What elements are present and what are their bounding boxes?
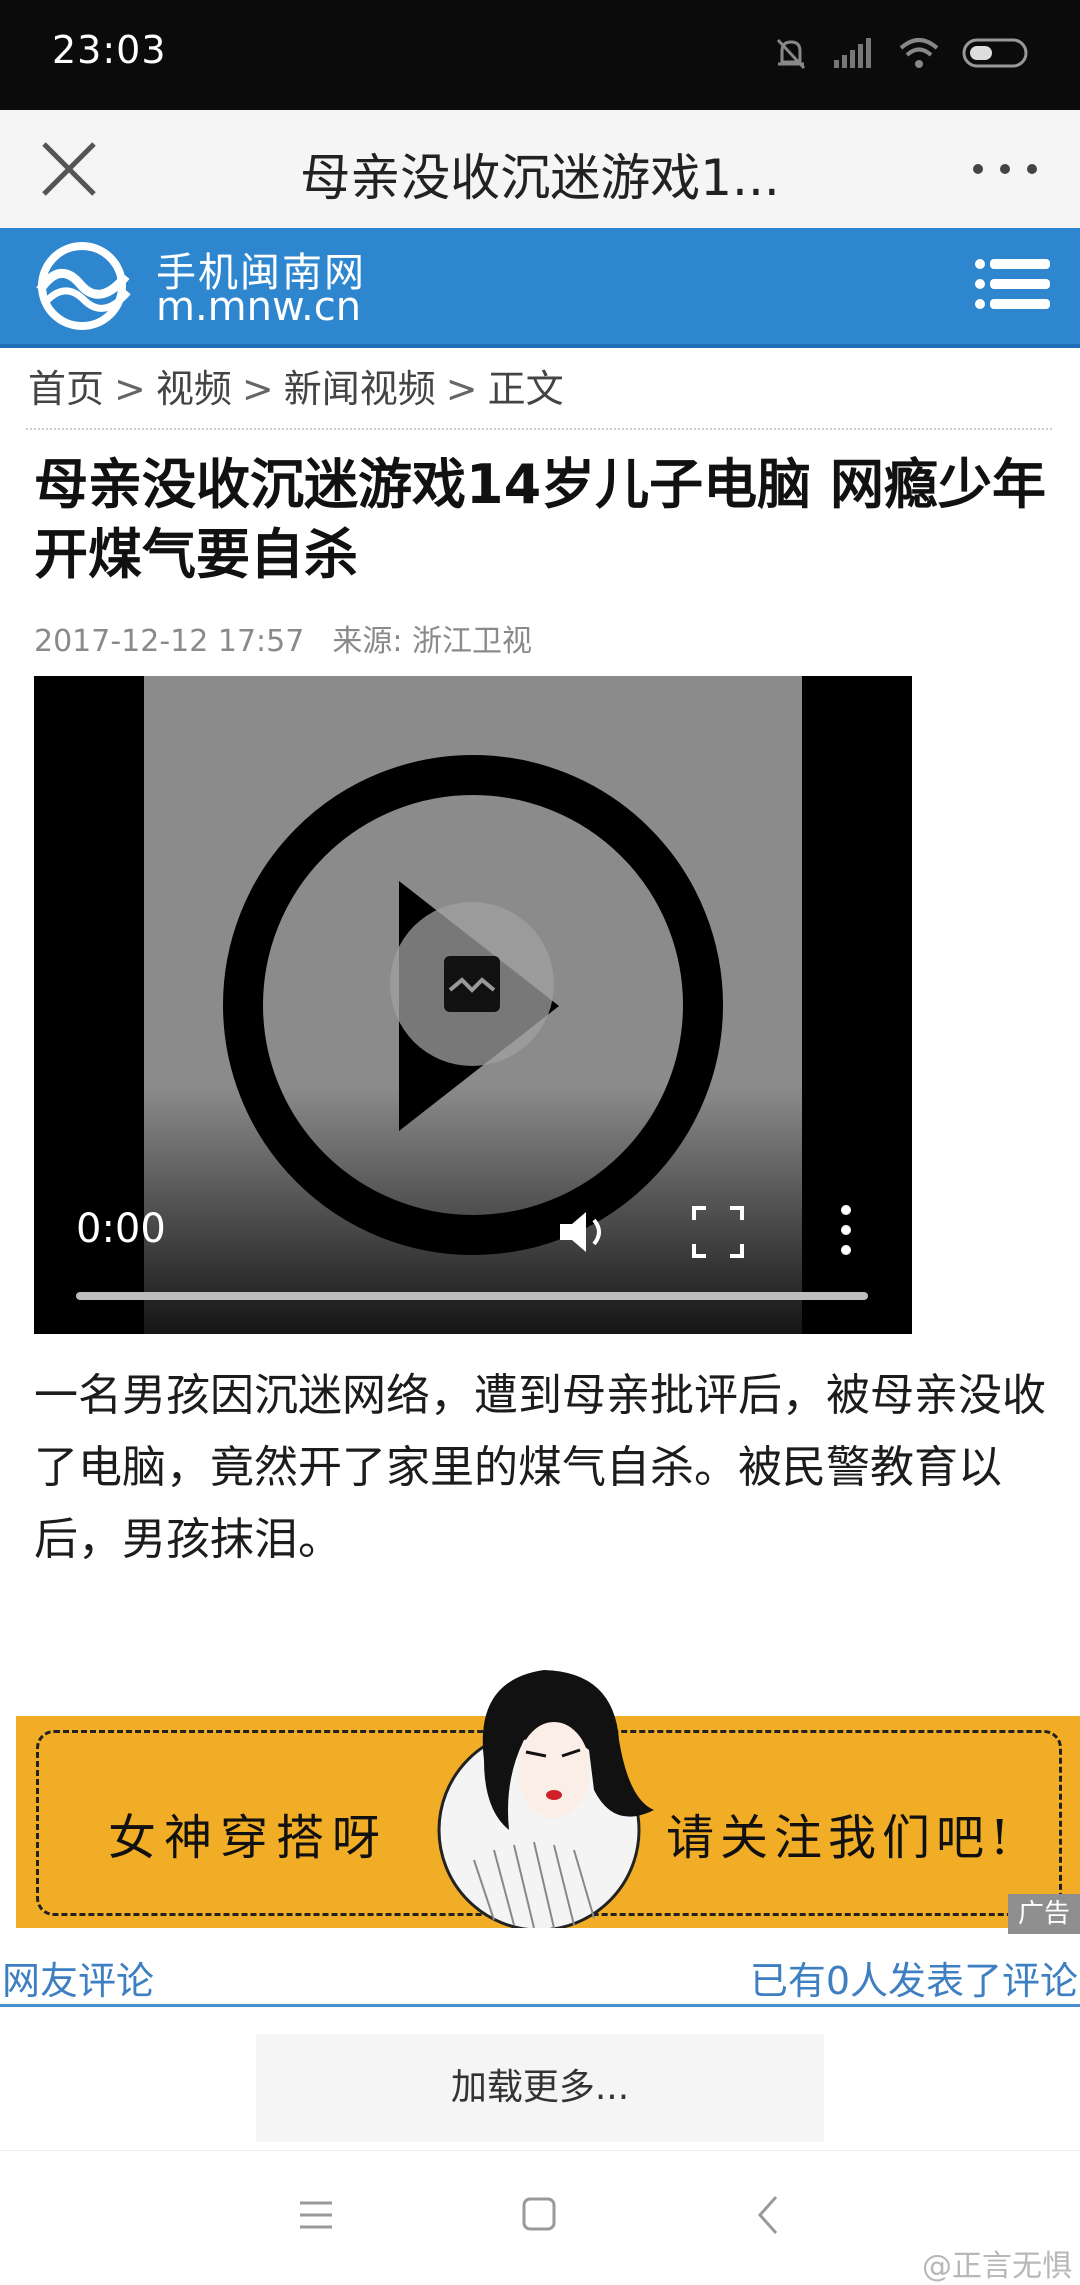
- close-icon[interactable]: [40, 140, 98, 198]
- site-header: 手机闽南网 m.mnw.cn: [0, 228, 1080, 348]
- site-url: m.mnw.cn: [156, 284, 362, 330]
- video-more-icon[interactable]: [832, 1198, 860, 1262]
- video-player[interactable]: 0:00: [34, 676, 912, 1334]
- volume-icon[interactable]: [554, 1202, 614, 1262]
- battery-icon: [962, 38, 1028, 68]
- fullscreen-icon[interactable]: [690, 1202, 746, 1262]
- breadcrumb-separator: >: [114, 367, 146, 411]
- more-options-icon[interactable]: [970, 142, 1040, 196]
- ad-banner[interactable]: 女神穿搭呀 请关注我们吧!: [16, 1660, 1080, 1928]
- video-play-button[interactable]: [390, 902, 554, 1066]
- ad-illustration: [437, 1670, 654, 1928]
- breadcrumb-current: 正文: [487, 367, 564, 411]
- article-meta: 2017-12-12 17:57 来源: 浙江卫视: [34, 616, 532, 660]
- back-icon[interactable]: [756, 2195, 780, 2235]
- browser-title-bar: 母亲没收沉迷游戏1...: [0, 110, 1080, 229]
- comments-divider: [0, 2004, 1080, 2007]
- page-title: 母亲没收沉迷游戏1...: [300, 149, 780, 207]
- system-nav-bar: @正言无惧: [0, 2150, 1080, 2284]
- breadcrumb-home[interactable]: 首页: [28, 367, 104, 411]
- breadcrumb-video[interactable]: 视频: [156, 367, 232, 411]
- menu-list-icon[interactable]: [974, 256, 1050, 312]
- status-time: 23:03: [52, 28, 167, 72]
- video-progress-bar[interactable]: [76, 1292, 868, 1300]
- site-logo-icon[interactable]: [30, 240, 140, 332]
- watermark: @正言无惧: [922, 2249, 1072, 2284]
- broken-image-icon: [444, 956, 500, 1012]
- status-bar: 23:03: [0, 0, 1080, 110]
- breadcrumb-separator: >: [445, 367, 478, 411]
- video-time: 0:00: [76, 1206, 166, 1252]
- signal-icon: [834, 38, 871, 68]
- comments-title: 网友评论: [2, 1959, 155, 2003]
- article-body: 一名男孩因沉迷网络，遭到母亲批评后，被母亲没收了电脑，竟然开了家里的煤气自杀。被…: [34, 1370, 1046, 1565]
- mute-bell-icon: [776, 38, 806, 70]
- article-headline: 母亲没收沉迷游戏14岁儿子电脑 网瘾少年开煤气要自杀: [34, 453, 1046, 586]
- breadcrumb-news-video[interactable]: 新闻视频: [284, 367, 436, 411]
- article-datetime: 2017-12-12 17:57: [34, 624, 305, 659]
- load-more-button[interactable]: 加载更多...: [256, 2034, 824, 2142]
- ad-right-text: 请关注我们吧!: [666, 1810, 1016, 1866]
- divider: [26, 428, 1052, 430]
- comments-count: 已有0人发表了评论: [749, 1959, 1078, 2003]
- article-source: 来源: 浙江卫视: [332, 624, 532, 659]
- ad-label: 广告: [1008, 1894, 1080, 1934]
- recent-apps-icon[interactable]: [298, 2199, 334, 2231]
- status-icons: [772, 34, 1032, 72]
- ad-left-text: 女神穿搭呀: [108, 1810, 389, 1866]
- wifi-icon: [899, 38, 939, 68]
- home-icon[interactable]: [522, 2197, 556, 2231]
- breadcrumb-separator: >: [241, 367, 274, 411]
- breadcrumb: 首页 > 视频 > 新闻视频 > 正文: [28, 358, 564, 413]
